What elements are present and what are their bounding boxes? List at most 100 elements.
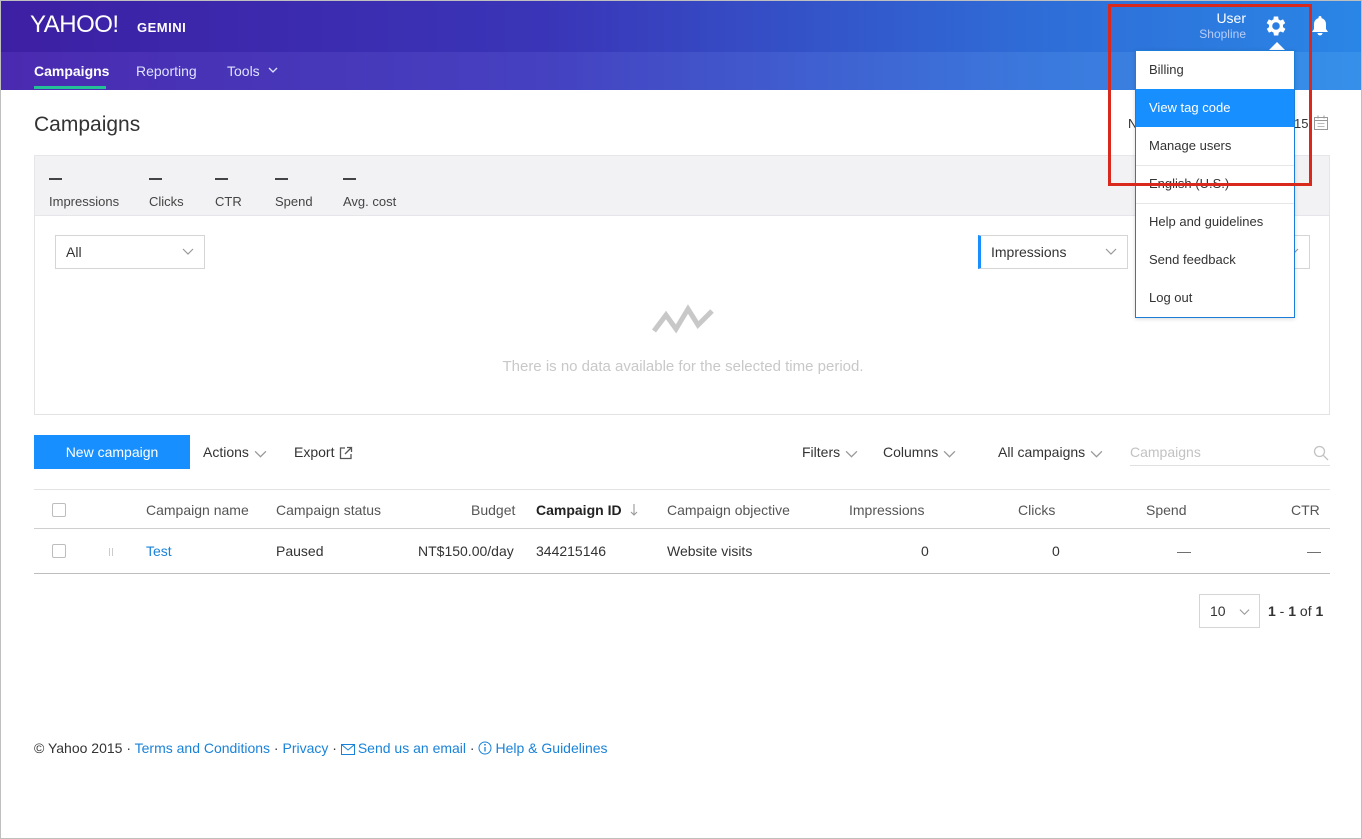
gear-icon[interactable] bbox=[1263, 13, 1289, 39]
stat-spend: Spend bbox=[275, 170, 313, 211]
table-row: Test Paused NT$150.00/day 344215146 Webs… bbox=[34, 529, 1330, 574]
new-campaign-button[interactable]: New campaign bbox=[34, 435, 190, 469]
search-icon[interactable] bbox=[1313, 445, 1329, 461]
stat-ctr: CTR bbox=[215, 170, 242, 211]
stat-clicks: Clicks bbox=[149, 170, 184, 211]
user-account[interactable]: User Shopline bbox=[1199, 10, 1246, 41]
campaign-clicks: 0 bbox=[1052, 543, 1060, 559]
terms-link[interactable]: Terms and Conditions bbox=[135, 740, 270, 756]
nav-reporting[interactable]: Reporting bbox=[136, 63, 197, 79]
campaign-scope-label: All campaigns bbox=[998, 444, 1086, 460]
stat-avg-cost: Avg. cost bbox=[343, 170, 396, 211]
menu-language[interactable]: English (U.S.) bbox=[1136, 165, 1294, 203]
help-link[interactable]: Help & Guidelines bbox=[478, 740, 608, 756]
stat-avg-cost-label: Avg. cost bbox=[343, 194, 397, 209]
no-data-chart-icon bbox=[652, 304, 714, 334]
export-label: Export bbox=[294, 444, 335, 460]
calendar-icon[interactable] bbox=[1314, 115, 1328, 130]
user-name: User bbox=[1216, 10, 1246, 26]
stat-impressions-label: Impressions bbox=[49, 194, 120, 209]
campaign-budget[interactable]: NT$150.00/day bbox=[418, 543, 514, 559]
stat-impressions-value bbox=[49, 178, 62, 180]
date-range-end[interactable]: 15 bbox=[1294, 116, 1308, 131]
of-word: of bbox=[1296, 603, 1316, 619]
campaign-table-header: Campaign name Campaign status Budget Cam… bbox=[34, 489, 1330, 529]
footer: © Yahoo 2015 · Terms and Conditions · Pr… bbox=[34, 740, 608, 756]
bell-icon[interactable] bbox=[1310, 15, 1330, 37]
campaign-ctr: — bbox=[1307, 543, 1321, 559]
campaign-scope-dropdown[interactable]: All campaigns bbox=[998, 444, 1103, 460]
chevron-down-icon bbox=[845, 450, 858, 458]
email-link[interactable]: Send us an email bbox=[340, 740, 467, 756]
select-all-checkbox[interactable] bbox=[52, 503, 66, 517]
yahoo-logo[interactable]: YAHOO! bbox=[30, 11, 119, 39]
campaign-impressions: 0 bbox=[921, 543, 929, 559]
stat-clicks-label: Clicks bbox=[149, 194, 184, 209]
chevron-down-icon bbox=[943, 450, 956, 458]
col-spend[interactable]: Spend bbox=[1146, 502, 1186, 518]
page-size-value: 10 bbox=[1210, 603, 1226, 619]
range-start: 1 bbox=[1268, 603, 1276, 619]
email-link-label: Send us an email bbox=[357, 740, 467, 756]
menu-view-tag-code[interactable]: View tag code bbox=[1136, 89, 1294, 127]
user-organization: Shopline bbox=[1199, 27, 1246, 41]
campaign-id: 344215146 bbox=[536, 543, 607, 559]
privacy-link[interactable]: Privacy bbox=[282, 740, 328, 756]
chart-metric-select[interactable]: Impressions bbox=[978, 235, 1128, 269]
chevron-down-icon bbox=[182, 248, 194, 255]
stat-clicks-value bbox=[149, 178, 162, 180]
product-name: GEMINI bbox=[137, 20, 187, 35]
col-clicks[interactable]: Clicks bbox=[1018, 502, 1055, 518]
external-link-icon bbox=[340, 447, 353, 460]
stat-impressions: Impressions bbox=[49, 170, 119, 211]
range-sep: - bbox=[1275, 603, 1289, 619]
help-link-label: Help & Guidelines bbox=[495, 740, 608, 756]
row-checkbox[interactable] bbox=[52, 544, 66, 558]
filters-dropdown[interactable]: Filters bbox=[802, 444, 858, 460]
menu-send-feedback[interactable]: Send feedback bbox=[1136, 241, 1294, 279]
stat-spend-label: Spend bbox=[275, 194, 313, 209]
menu-billing[interactable]: Billing bbox=[1136, 51, 1294, 89]
footer-sep: · bbox=[466, 740, 479, 756]
menu-help-guidelines[interactable]: Help and guidelines bbox=[1136, 203, 1294, 241]
top-bar: YAHOO! GEMINI User Shopline bbox=[1, 1, 1361, 52]
campaign-search[interactable]: Campaigns bbox=[1130, 438, 1330, 466]
menu-manage-users[interactable]: Manage users bbox=[1136, 127, 1294, 165]
drag-handle-icon[interactable] bbox=[108, 547, 114, 557]
campaign-name-link[interactable]: Test bbox=[146, 543, 172, 559]
chart-filter-value: All bbox=[66, 244, 82, 260]
footer-sep: · bbox=[270, 740, 283, 756]
chevron-down-icon bbox=[268, 67, 278, 73]
actions-dropdown[interactable]: Actions bbox=[203, 444, 267, 460]
page-size-select[interactable]: 10 bbox=[1199, 594, 1260, 628]
export-button[interactable]: Export bbox=[294, 444, 353, 460]
active-tab-indicator bbox=[34, 86, 106, 89]
columns-label: Columns bbox=[883, 444, 939, 460]
campaign-spend: — bbox=[1177, 543, 1191, 559]
columns-dropdown[interactable]: Columns bbox=[883, 444, 956, 460]
stat-spend-value bbox=[275, 178, 288, 180]
stat-ctr-value bbox=[215, 178, 228, 180]
sort-descending-icon bbox=[631, 504, 638, 516]
range-end: 1 bbox=[1288, 603, 1297, 619]
col-campaign-name[interactable]: Campaign name bbox=[146, 502, 249, 518]
nav-campaigns[interactable]: Campaigns bbox=[34, 63, 109, 79]
col-campaign-id[interactable]: Campaign ID bbox=[536, 502, 639, 518]
settings-menu: Billing View tag code Manage users Engli… bbox=[1135, 50, 1295, 318]
col-campaign-status[interactable]: Campaign status bbox=[276, 502, 381, 518]
pagination-info: 1 - 1 of 1 bbox=[1268, 603, 1323, 619]
menu-log-out[interactable]: Log out bbox=[1136, 279, 1294, 317]
col-ctr[interactable]: CTR bbox=[1291, 502, 1320, 518]
chevron-down-icon bbox=[254, 450, 267, 458]
chart-metric-value: Impressions bbox=[991, 244, 1067, 260]
page-title: Campaigns bbox=[34, 113, 141, 136]
col-budget[interactable]: Budget bbox=[471, 502, 515, 518]
campaign-objective: Website visits bbox=[667, 543, 753, 559]
search-input[interactable]: Campaigns bbox=[1130, 444, 1201, 460]
col-campaign-objective[interactable]: Campaign objective bbox=[667, 502, 790, 518]
chart-filter-select[interactable]: All bbox=[55, 235, 205, 269]
stat-ctr-label: CTR bbox=[215, 194, 242, 209]
nav-tools[interactable]: Tools bbox=[227, 63, 278, 79]
col-impressions[interactable]: Impressions bbox=[849, 502, 924, 518]
no-data-message: There is no data available for the selec… bbox=[502, 358, 864, 375]
